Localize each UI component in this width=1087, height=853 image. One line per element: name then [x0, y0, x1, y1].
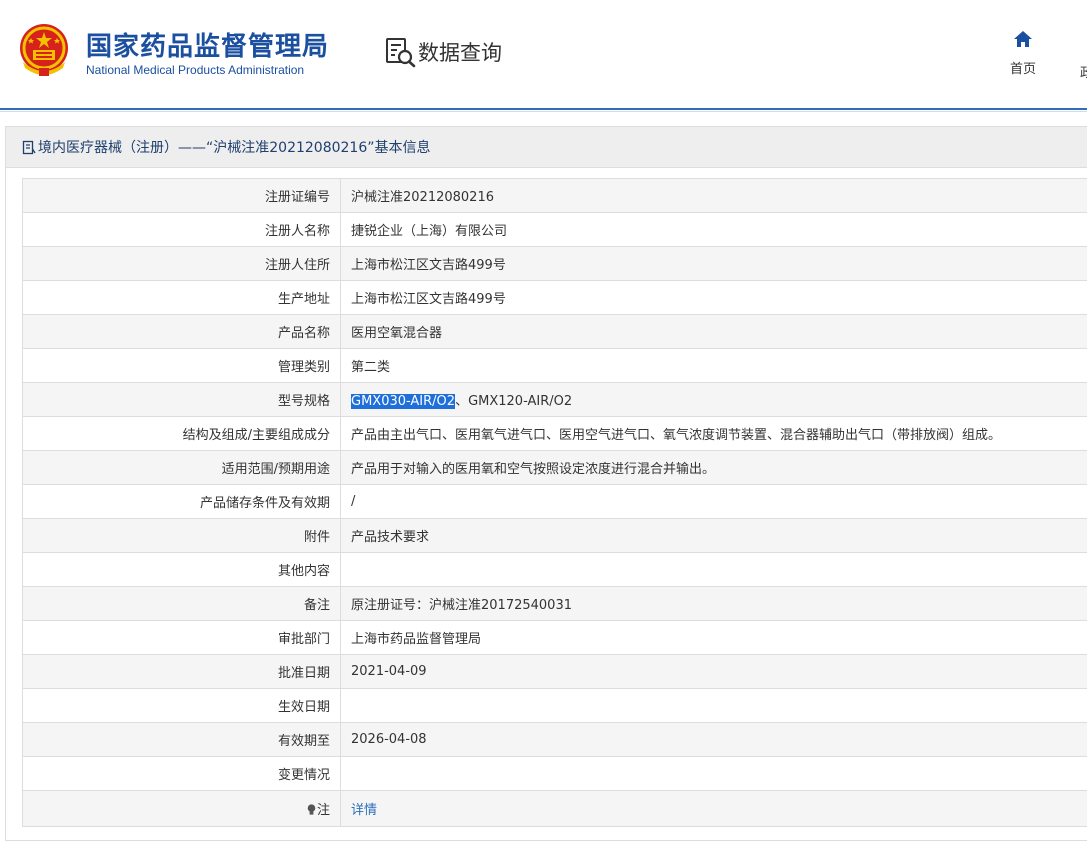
- field-label: 附件: [22, 518, 341, 553]
- header-divider: [0, 108, 1087, 110]
- field-value: 原注册证号：沪械注准20172540031: [340, 586, 1087, 621]
- site-title-en: National Medical Products Administration: [86, 63, 305, 77]
- field-value: 2021-04-09: [340, 654, 1087, 689]
- field-value: [340, 552, 1087, 587]
- national-emblem-icon: [20, 24, 68, 76]
- data-query-section[interactable]: 数据查询: [384, 36, 502, 68]
- home-icon: [1014, 31, 1032, 47]
- field-value: 上海市松江区文吉路499号: [340, 280, 1087, 315]
- table-row: 注册人住所 上海市松江区文吉路499号: [22, 246, 1087, 281]
- field-value: [340, 756, 1087, 791]
- table-row: 其他内容: [22, 552, 1087, 587]
- table-row: 产品名称 医用空氧混合器: [22, 314, 1087, 349]
- field-label: 审批部门: [22, 620, 341, 655]
- field-value: 沪械注准20212080216: [340, 178, 1087, 213]
- field-value: /: [340, 484, 1087, 519]
- table-row: 备注 原注册证号：沪械注准20172540031: [22, 586, 1087, 621]
- field-label: 其他内容: [22, 552, 341, 587]
- table-row: 变更情况: [22, 756, 1087, 791]
- field-value: 产品由主出气口、医用氧气进气口、医用空气进气口、氧气浓度调节装置、混合器辅助出气…: [340, 416, 1087, 451]
- field-value: 详情: [340, 790, 1087, 827]
- table-row: 型号规格 GMX030-AIR/O2、GMX120-AIR/O2: [22, 382, 1087, 417]
- field-label: 管理类别: [22, 348, 341, 383]
- field-label: 注册证编号: [22, 178, 341, 213]
- nav-home-label: 首页: [1009, 62, 1036, 77]
- data-query-label: 数据查询: [418, 41, 502, 65]
- table-row: 生产地址 上海市松江区文吉路499号: [22, 280, 1087, 315]
- field-label: 备注: [22, 586, 341, 621]
- table-row: 生效日期: [22, 688, 1087, 723]
- field-label: 结构及组成/主要组成成分: [22, 416, 341, 451]
- table-row: 附件 产品技术要求: [22, 518, 1087, 553]
- field-value: [340, 688, 1087, 723]
- table-row: 注 详情: [22, 790, 1087, 827]
- field-label: 产品名称: [22, 314, 341, 349]
- nav-home[interactable]: 首页: [1004, 30, 1042, 77]
- table-row: 结构及组成/主要组成成分 产品由主出气口、医用氧气进气口、医用空气进气口、氧气浓…: [22, 416, 1087, 451]
- table-row: 产品储存条件及有效期 /: [22, 484, 1087, 519]
- table-row: 批准日期 2021-04-09: [22, 654, 1087, 689]
- field-label: 注册人住所: [22, 246, 341, 281]
- field-value: 第二类: [340, 348, 1087, 383]
- table-row: 管理类别 第二类: [22, 348, 1087, 383]
- table-row: 注册人名称 捷锐企业（上海）有限公司: [22, 212, 1087, 247]
- panel-header: 境内医疗器械（注册）——“沪械注准20212080216”基本信息: [6, 127, 1087, 168]
- field-value-rest: 、GMX120-AIR/O2: [455, 394, 573, 409]
- details-link[interactable]: 详情: [351, 803, 377, 818]
- info-table: 注册证编号 沪械注准20212080216 注册人名称 捷锐企业（上海）有限公司…: [22, 178, 1087, 827]
- field-label: 有效期至: [22, 722, 341, 757]
- field-label: 产品储存条件及有效期: [22, 484, 341, 519]
- table-row: 审批部门 上海市药品监督管理局: [22, 620, 1087, 655]
- field-value: 产品技术要求: [340, 518, 1087, 553]
- nav-item-truncated[interactable]: 政: [1080, 62, 1087, 81]
- document-search-icon: [386, 38, 416, 68]
- field-value: 产品用于对输入的医用氧和空气按照设定浓度进行混合并输出。: [340, 450, 1087, 485]
- field-label: 生效日期: [22, 688, 341, 723]
- field-label: 注: [22, 790, 341, 827]
- site-header: 国家药品监督管理局 National Medical Products Admi…: [0, 0, 1087, 108]
- field-label: 变更情况: [22, 756, 341, 791]
- header-divider-light: [0, 111, 1087, 112]
- field-label: 生产地址: [22, 280, 341, 315]
- lightbulb-icon: [307, 804, 316, 815]
- site-title-cn: 国家药品监督管理局: [86, 32, 330, 62]
- field-label: 适用范围/预期用途: [22, 450, 341, 485]
- table-row: 注册证编号 沪械注准20212080216: [22, 178, 1087, 213]
- field-value: 2026-04-08: [340, 722, 1087, 757]
- note-label: 注: [316, 803, 330, 818]
- info-panel: 境内医疗器械（注册）——“沪械注准20212080216”基本信息 注册证编号 …: [5, 126, 1087, 841]
- selected-text[interactable]: GMX030-AIR/O2: [351, 394, 456, 409]
- field-label: 型号规格: [22, 382, 341, 417]
- table-row: 适用范围/预期用途 产品用于对输入的医用氧和空气按照设定浓度进行混合并输出。: [22, 450, 1087, 485]
- field-value: 上海市松江区文吉路499号: [340, 246, 1087, 281]
- field-value: 医用空氧混合器: [340, 314, 1087, 349]
- field-value[interactable]: GMX030-AIR/O2、GMX120-AIR/O2: [340, 382, 1087, 417]
- table-row: 有效期至 2026-04-08: [22, 722, 1087, 757]
- panel-title: 境内医疗器械（注册）——“沪械注准20212080216”基本信息: [38, 140, 431, 156]
- field-value: 捷锐企业（上海）有限公司: [340, 212, 1087, 247]
- field-value: 上海市药品监督管理局: [340, 620, 1087, 655]
- document-icon: [22, 140, 36, 154]
- field-label: 批准日期: [22, 654, 341, 689]
- field-label: 注册人名称: [22, 212, 341, 247]
